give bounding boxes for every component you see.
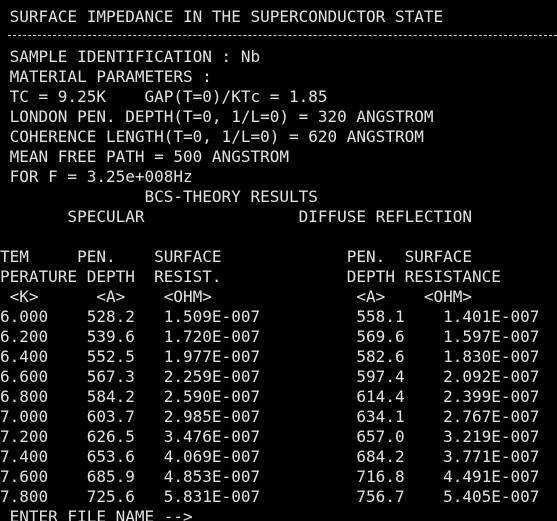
- london-penetration-depth: LONDON PEN. DEPTH(T=0, 1/L=0) = 320 ANGS…: [0, 107, 434, 126]
- section-headings: SPECULAR DIFFUSE REFLECTION: [0, 207, 473, 226]
- table-row: 6.400 552.5 1.977E-007 582.6 1.830E-007: [0, 347, 540, 366]
- separator-line: [8, 35, 557, 36]
- results-title: BCS-THEORY RESULTS: [0, 187, 318, 206]
- table-row: 7.600 685.9 4.853E-007 716.8 4.491E-007: [0, 467, 540, 486]
- console-window[interactable]: SURFACE IMPEDANCE IN THE SUPERCONDUCTOR …: [0, 0, 557, 521]
- table-row: 7.400 653.6 4.069E-007 684.2 3.771E-007: [0, 447, 540, 466]
- table-row: 6.600 567.3 2.259E-007 597.4 2.092E-007: [0, 367, 540, 386]
- table-header-2: PERATURE DEPTH RESIST. DEPTH RESISTANCE: [0, 267, 501, 286]
- table-row: 6.200 539.6 1.720E-007 569.6 1.597E-007: [0, 327, 540, 346]
- table-row: 6.800 584.2 2.590E-007 614.4 2.399E-007: [0, 387, 540, 406]
- table-row: 7.000 603.7 2.985E-007 634.1 2.767E-007: [0, 407, 540, 426]
- table-row: 6.000 528.2 1.509E-007 558.1 1.401E-007: [0, 307, 540, 326]
- sample-identification: SAMPLE IDENTIFICATION : Nb: [0, 47, 261, 66]
- tc-gap-parameters: TC = 9.25K GAP(T=0)/KTc = 1.85: [0, 87, 328, 106]
- frequency: FOR F = 3.25e+008Hz: [0, 167, 193, 186]
- mean-free-path: MEAN FREE PATH = 500 ANGSTROM: [0, 147, 289, 166]
- report-title: SURFACE IMPEDANCE IN THE SUPERCONDUCTOR …: [0, 7, 444, 26]
- coherence-length: COHERENCE LENGTH(T=0, 1/L=0) = 620 ANGST…: [0, 127, 424, 146]
- table-header-1: TEM PEN. SURFACE PEN. SURFACE: [0, 247, 473, 266]
- file-name-prompt[interactable]: ENTER FILE NAME -->: [0, 507, 193, 521]
- table-units: <K> <A> <OHM> <A> <OHM>: [0, 287, 473, 306]
- material-parameters-heading: MATERIAL PARAMETERS :: [0, 67, 212, 86]
- table-row: 7.800 725.6 5.831E-007 756.7 5.405E-007: [0, 487, 540, 506]
- table-row: 7.200 626.5 3.476E-007 657.0 3.219E-007: [0, 427, 540, 446]
